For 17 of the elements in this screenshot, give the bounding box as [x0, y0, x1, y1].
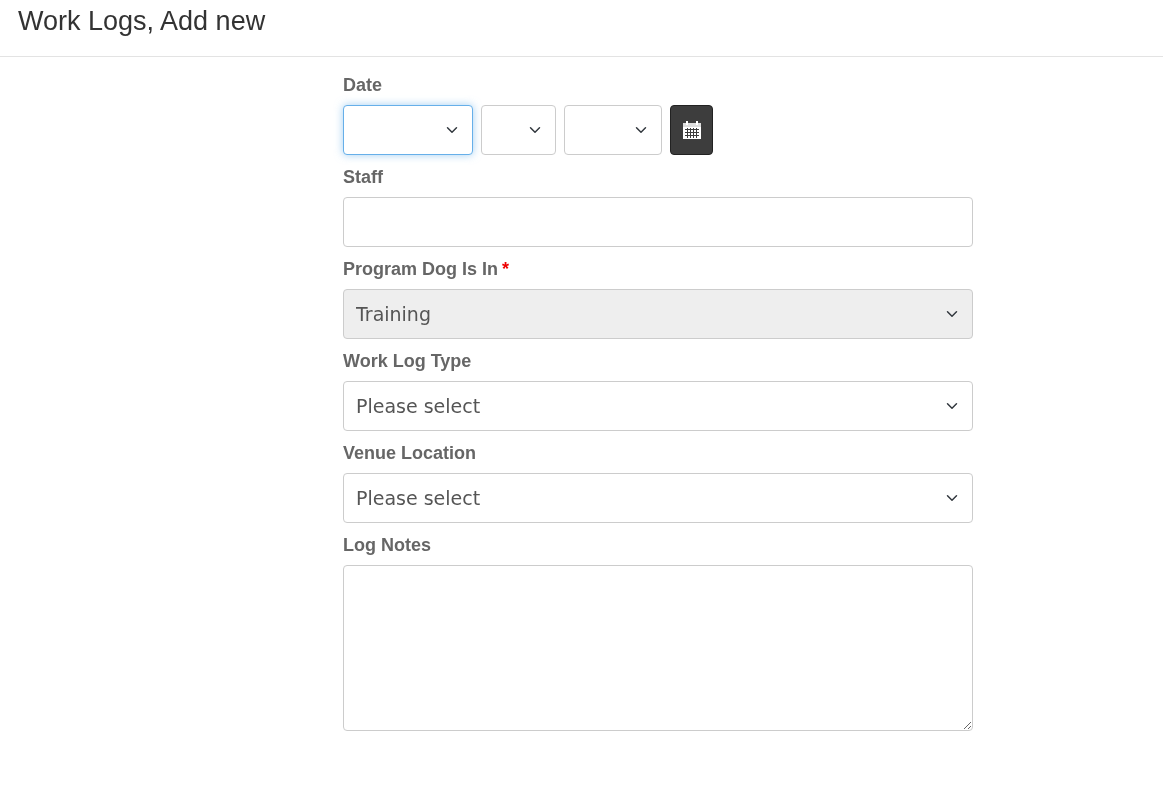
date-select[interactable]	[564, 105, 662, 155]
dropdown-select[interactable]: Please select	[343, 473, 973, 523]
field-label: Program Dog Is In	[343, 258, 499, 281]
field-label: Staff	[343, 166, 384, 189]
field-label: Work Log Type	[343, 350, 473, 373]
calendar-icon	[681, 120, 702, 140]
dropdown-select[interactable]: Please select	[343, 381, 973, 431]
notes-textarea[interactable]	[343, 565, 973, 731]
field-label: Log Notes	[343, 534, 432, 557]
calendar-button[interactable]	[670, 105, 713, 155]
date-select[interactable]	[343, 105, 473, 155]
date-select[interactable]	[481, 105, 556, 155]
staff-input[interactable]	[343, 197, 973, 247]
page-title: Work Logs, Add new	[18, 5, 267, 38]
required-mark: *	[502, 258, 510, 281]
field-label: Venue Location	[343, 442, 478, 465]
field-label: Date	[343, 74, 383, 97]
